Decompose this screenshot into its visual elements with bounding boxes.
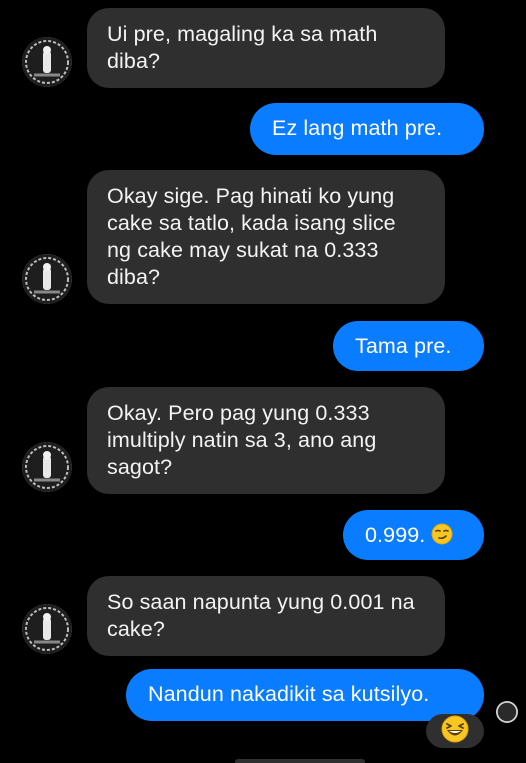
message-text: Ui pre, magaling ka sa math diba? (107, 22, 378, 73)
seen-avatar (496, 701, 518, 723)
outgoing-message[interactable]: Tama pre. (333, 321, 484, 371)
message-text: So saan napunta yung 0.001 na cake? (107, 590, 415, 641)
message-thread: Ui pre, magaling ka sa math diba? Ez lan… (0, 0, 526, 763)
incoming-message[interactable]: Okay. Pero pag yung 0.333 imultiply nati… (87, 387, 445, 494)
message-reaction[interactable] (426, 714, 484, 748)
contact-avatar[interactable] (22, 254, 72, 304)
contact-avatar[interactable] (22, 604, 72, 654)
message-text: Okay. Pero pag yung 0.333 imultiply nati… (107, 401, 377, 479)
message-text: Nandun nakadikit sa kutsilyo. (148, 682, 430, 706)
message-text: Okay sige. Pag hinati ko yung cake sa ta… (107, 184, 396, 289)
contact-avatar[interactable] (22, 442, 72, 492)
outgoing-message[interactable]: Ez lang math pre. (250, 103, 484, 155)
contact-avatar-image (22, 604, 72, 654)
laughing-face-icon (441, 715, 469, 748)
message-text: Tama pre. (355, 334, 452, 358)
contact-avatar-image (22, 37, 72, 87)
incoming-message[interactable]: So saan napunta yung 0.001 na cake? (87, 576, 445, 656)
message-text: Ez lang math pre. (272, 116, 443, 140)
message-text: 0.999. (365, 523, 426, 547)
outgoing-message[interactable]: 0.999. (343, 510, 484, 560)
next-message-edge (235, 759, 365, 763)
incoming-message[interactable]: Ui pre, magaling ka sa math diba? (87, 8, 445, 88)
contact-avatar[interactable] (22, 37, 72, 87)
contact-avatar-image (22, 442, 72, 492)
contact-avatar-image (22, 254, 72, 304)
outgoing-message[interactable]: Nandun nakadikit sa kutsilyo. (126, 669, 484, 721)
smirk-face-icon (431, 523, 453, 552)
incoming-message[interactable]: Okay sige. Pag hinati ko yung cake sa ta… (87, 170, 445, 304)
